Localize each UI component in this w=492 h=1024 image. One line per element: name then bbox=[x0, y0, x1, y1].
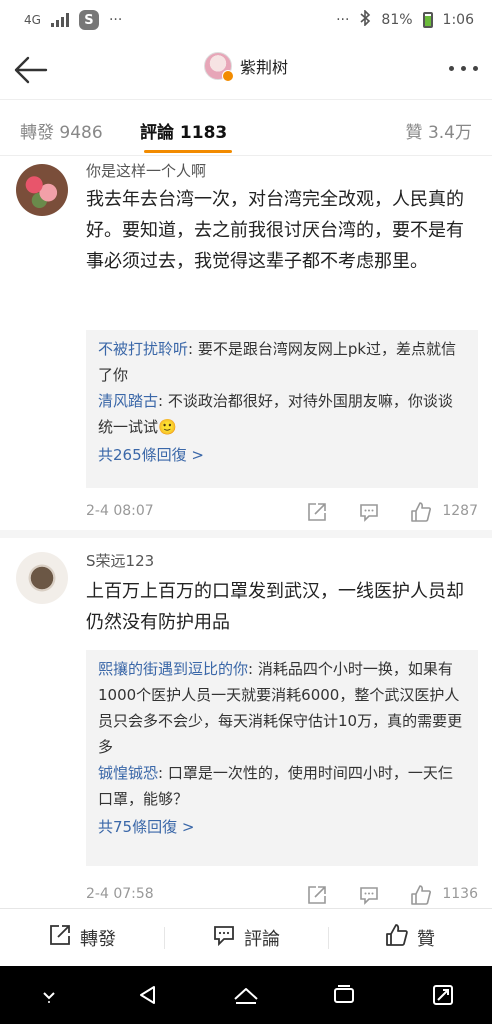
comment-button[interactable]: 評論 bbox=[164, 909, 328, 966]
comment-meta: 2-4 08:07 1287 bbox=[86, 499, 478, 525]
avatar[interactable] bbox=[16, 164, 68, 216]
active-tab-indicator bbox=[144, 150, 232, 153]
bluetooth-icon bbox=[359, 9, 371, 30]
reply-item: 清风踏古: 不谈政治都很好，对待外国朋友嘛，你谈谈统一试试🙂 bbox=[98, 392, 453, 436]
reply-username[interactable]: 不被打扰聆听 bbox=[98, 340, 188, 358]
tab-likes[interactable]: 贊 3.4万 bbox=[406, 118, 472, 143]
comment-item: 你是这样一个人啊 我去年去台湾一次，对台湾完全改观，人民真的好。要知道，去之前我… bbox=[0, 156, 492, 530]
more-replies-link[interactable]: 共265條回復 > bbox=[98, 442, 466, 468]
status-dots: ··· bbox=[336, 12, 350, 28]
battery-percent: 81% bbox=[381, 12, 413, 28]
like-count: 1287 bbox=[442, 503, 478, 519]
like-icon[interactable] bbox=[410, 501, 432, 523]
verified-badge-icon bbox=[221, 70, 234, 82]
more-options-icon[interactable] bbox=[449, 66, 478, 71]
comment-icon[interactable] bbox=[358, 884, 380, 906]
like-button[interactable]: 贊 bbox=[328, 909, 492, 966]
like-label: 贊 bbox=[417, 928, 435, 950]
repost-button[interactable]: 轉發 bbox=[0, 909, 164, 966]
status-bar: 4G S ··· ··· 81% 1:06 bbox=[0, 0, 492, 40]
replies-box[interactable]: 熙攘的街遇到逗比的你: 消耗品四个小时一换，如果有1000个医护人员一天就要消耗… bbox=[86, 650, 478, 866]
like-count: 1136 bbox=[442, 886, 478, 902]
comment-username[interactable]: S荣远123 bbox=[86, 550, 154, 571]
tab-comments[interactable]: 評論 1183 bbox=[140, 118, 227, 143]
comment-text: 上百万上百万的口罩发到武汉，一线医护人员却仍然没有防护用品 bbox=[86, 581, 464, 633]
comment-item: S荣远123 上百万上百万的口罩发到武汉，一线医护人员却仍然没有防护用品 熙攘的… bbox=[0, 540, 492, 906]
home-icon[interactable] bbox=[226, 975, 266, 1015]
replies-box[interactable]: 不被打扰聆听: 要不是跟台湾网友网上pk过，差点就信了你 清风踏古: 不谈政治都… bbox=[86, 330, 478, 488]
back-triangle-icon[interactable] bbox=[128, 975, 168, 1015]
expand-icon[interactable] bbox=[423, 975, 463, 1015]
like-icon[interactable] bbox=[410, 884, 432, 906]
author-name[interactable]: 紫荆树 bbox=[240, 54, 288, 78]
comment-username[interactable]: 你是这样一个人啊 bbox=[86, 160, 206, 181]
reply-item: 不被打扰聆听: 要不是跟台湾网友网上pk过，差点就信了你 bbox=[98, 340, 457, 384]
chevron-down-icon[interactable] bbox=[29, 975, 69, 1015]
reply-username[interactable]: 清风踏古 bbox=[98, 392, 158, 410]
signal-icon bbox=[50, 13, 69, 27]
author-avatar[interactable] bbox=[203, 52, 234, 82]
comment-label: 評論 bbox=[244, 928, 280, 950]
network-type: 4G bbox=[24, 13, 41, 27]
reply-item: 熙攘的街遇到逗比的你: 消耗品四个小时一换，如果有1000个医护人员一天就要消耗… bbox=[98, 660, 463, 756]
comment-meta: 2-4 07:58 1136 bbox=[86, 882, 478, 908]
comment-icon[interactable] bbox=[358, 501, 380, 523]
share-icon bbox=[48, 923, 72, 952]
tab-repost[interactable]: 轉發 9486 bbox=[20, 118, 103, 143]
reply-item: 铖惶铖恐: 口罩是一次性的，使用时间四小时，一天仨口罩，能够？ bbox=[98, 764, 453, 808]
notification-dots: ··· bbox=[108, 12, 123, 28]
avatar[interactable] bbox=[16, 552, 68, 604]
comment-icon bbox=[212, 923, 236, 952]
battery-icon bbox=[422, 12, 433, 28]
comment-time: 2-4 07:58 bbox=[86, 886, 154, 902]
share-icon[interactable] bbox=[306, 501, 328, 523]
reply-username[interactable]: 熙攘的街遇到逗比的你 bbox=[98, 660, 248, 678]
repost-label: 轉發 bbox=[80, 928, 116, 950]
like-icon bbox=[385, 923, 409, 952]
divider bbox=[0, 530, 492, 538]
more-replies-link[interactable]: 共75條回復 > bbox=[98, 814, 466, 840]
action-bar: 轉發 評論 贊 bbox=[0, 908, 492, 966]
share-icon[interactable] bbox=[306, 884, 328, 906]
comment-text: 我去年去台湾一次，对台湾完全改观，人民真的好。要知道，去之前我很讨厌台湾的，要不… bbox=[86, 189, 464, 272]
tab-bar: 轉發 9486 評論 1183 贊 3.4万 bbox=[0, 100, 492, 156]
system-nav-bar bbox=[0, 966, 492, 1024]
app-badge: S bbox=[78, 10, 99, 30]
reply-username[interactable]: 铖惶铖恐 bbox=[98, 764, 158, 782]
nav-bar: 紫荆树 bbox=[0, 40, 492, 100]
clock: 1:06 bbox=[442, 12, 474, 28]
recent-apps-icon[interactable] bbox=[324, 975, 364, 1015]
comment-time: 2-4 08:07 bbox=[86, 503, 154, 519]
